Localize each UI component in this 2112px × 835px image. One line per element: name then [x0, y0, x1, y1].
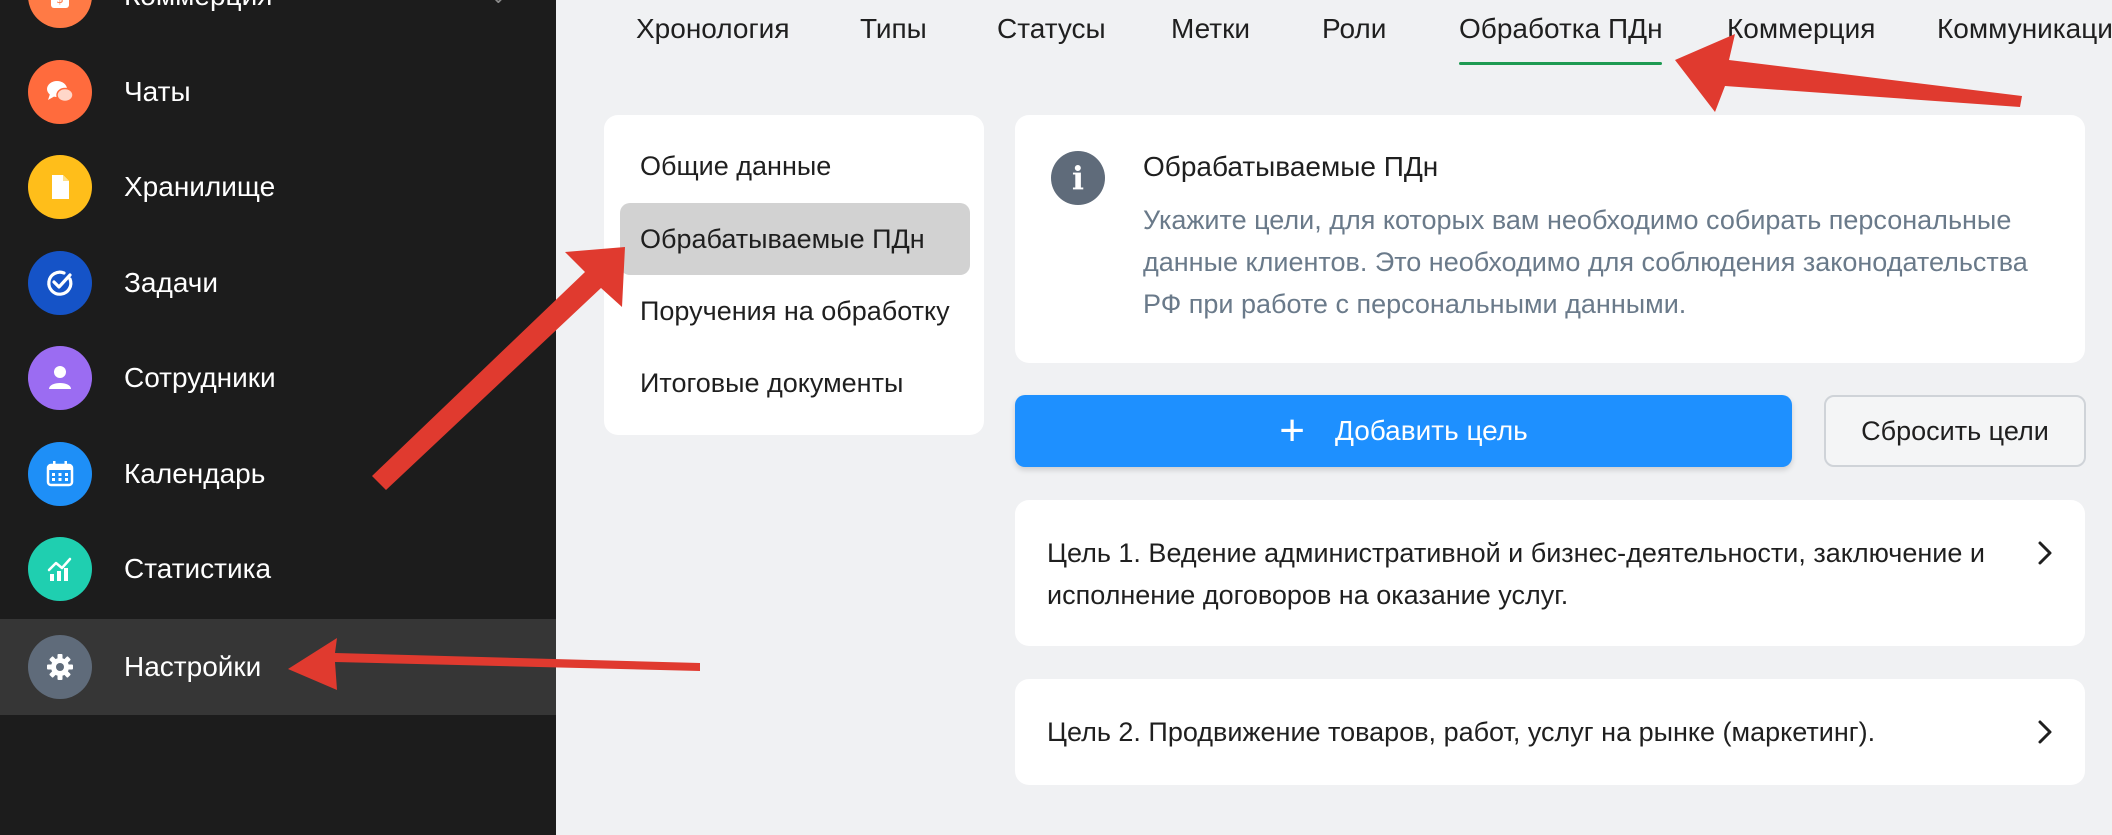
- svg-text:$: $: [56, 0, 64, 6]
- sidebar-item-chats[interactable]: Чаты: [0, 44, 556, 140]
- sidebar: $ Коммерция ⌄ Чаты Хранилище Задачи Сотр…: [0, 0, 556, 835]
- sidebar-item-label: Задачи: [124, 267, 219, 298]
- file-icon: [28, 155, 92, 219]
- tab-roles[interactable]: Роли: [1322, 13, 1386, 45]
- tab-types[interactable]: Типы: [860, 13, 927, 45]
- tab-pd-processing[interactable]: Обработка ПДн: [1459, 13, 1663, 45]
- chart-icon: [28, 537, 92, 601]
- wallet-icon: $: [28, 0, 92, 28]
- sidebar-item-tasks[interactable]: Задачи: [0, 235, 556, 331]
- active-tab-underline: [1459, 62, 1662, 65]
- sidebar-item-settings[interactable]: Настройки: [0, 619, 556, 715]
- chat-bubbles-icon: [28, 60, 92, 124]
- sidebar-item-label: Чаты: [124, 76, 191, 107]
- sidebar-item-storage[interactable]: Хранилище: [0, 139, 556, 235]
- info-description: Укажите цели, для которых вам необходимо…: [1143, 205, 2028, 319]
- goal-text: Цель 2. Продвижение товаров, работ, услу…: [1047, 717, 1876, 747]
- person-icon: [28, 346, 92, 410]
- chevron-down-icon: ⌄: [490, 0, 508, 8]
- sidebar-item-label: Сотрудники: [124, 362, 276, 393]
- sidebar-item-calendar[interactable]: Календарь: [0, 426, 556, 522]
- goal-card[interactable]: Цель 2. Продвижение товаров, работ, услу…: [1015, 679, 2085, 785]
- add-goal-label: Добавить цель: [1334, 415, 1528, 446]
- task-check-icon: [28, 251, 92, 315]
- goal-text: Цель 1. Ведение административной и бизне…: [1047, 538, 1985, 610]
- info-card: i Обрабатываемые ПДн Укажите цели, для к…: [1015, 115, 2085, 363]
- sidebar-item-commerce[interactable]: $ Коммерция ⌄: [0, 0, 556, 44]
- sidebar-item-employees[interactable]: Сотрудники: [0, 330, 556, 426]
- tab-chronology[interactable]: Хронология: [636, 13, 789, 45]
- sidebar-item-label: Статистика: [124, 553, 272, 584]
- submenu-item-processed-pd[interactable]: Обрабатываемые ПДн: [620, 203, 970, 275]
- tab-communications[interactable]: Коммуникаци: [1937, 13, 2112, 45]
- sidebar-item-label: Хранилище: [124, 171, 276, 202]
- settings-submenu: Общие данные Обрабатываемые ПДн Поручени…: [604, 115, 984, 435]
- sidebar-item-label: Календарь: [124, 458, 266, 489]
- sidebar-item-label: Настройки: [124, 651, 262, 682]
- add-goal-button[interactable]: + Добавить цель: [1015, 395, 1792, 467]
- tab-labels[interactable]: Метки: [1171, 13, 1250, 45]
- plus-icon: +: [1279, 406, 1305, 455]
- submenu-item-general[interactable]: Общие данные: [620, 130, 970, 202]
- calendar-icon: [28, 442, 92, 506]
- sidebar-item-label: Коммерция: [124, 0, 272, 12]
- top-tabs: Хронология Типы Статусы Метки Роли Обраб…: [556, 0, 2112, 70]
- tab-commerce[interactable]: Коммерция: [1727, 13, 1875, 45]
- chevron-right-icon: [2038, 541, 2052, 565]
- gear-icon: [28, 635, 92, 699]
- chevron-right-icon: [2038, 720, 2052, 744]
- reset-goals-button[interactable]: Сбросить цели: [1824, 395, 2086, 467]
- info-icon: i: [1051, 151, 1105, 205]
- submenu-item-final-documents[interactable]: Итоговые документы: [620, 347, 970, 419]
- goal-card[interactable]: Цель 1. Ведение административной и бизне…: [1015, 500, 2085, 646]
- sidebar-item-statistics[interactable]: Статистика: [0, 521, 556, 617]
- submenu-item-processing-orders[interactable]: Поручения на обработку: [620, 275, 970, 347]
- info-title: Обрабатываемые ПДн: [1143, 151, 1439, 182]
- tab-statuses[interactable]: Статусы: [997, 13, 1106, 45]
